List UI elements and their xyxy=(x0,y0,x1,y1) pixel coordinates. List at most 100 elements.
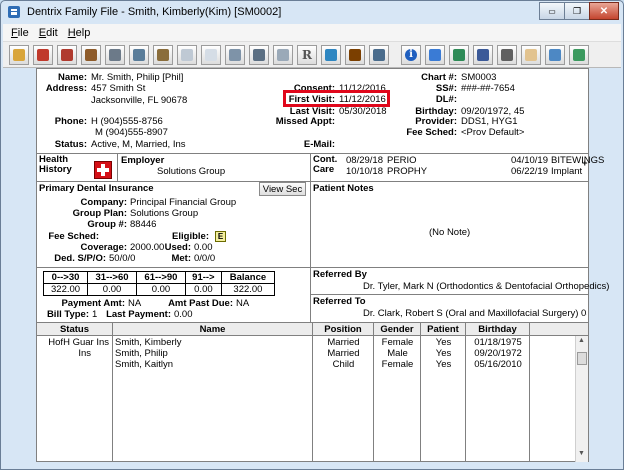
phone-label: Phone: xyxy=(54,116,87,127)
aging-header: Balance xyxy=(220,271,276,284)
blank-page-button[interactable] xyxy=(201,45,221,65)
health-history-label[interactable]: Health History xyxy=(39,155,72,175)
dl-label: DL#: xyxy=(435,94,457,105)
phone-mobile: M (904)555-8907 xyxy=(95,127,168,138)
cont-care-date: 04/10/19 xyxy=(511,155,548,166)
aging-value: 322.00 xyxy=(220,283,276,296)
close-icon: ✕ xyxy=(599,5,609,17)
patient-notes-title[interactable]: Patient Notes xyxy=(313,183,374,194)
family-birthday: 05/16/2010 xyxy=(474,359,522,370)
family-button[interactable] xyxy=(449,45,469,65)
rx-button[interactable]: R xyxy=(297,45,317,65)
page-button[interactable] xyxy=(177,45,197,65)
table-row[interactable]: Smith, Kaitlyn Child Female Yes 05/16/20… xyxy=(37,359,575,370)
user-image-button[interactable] xyxy=(81,45,101,65)
aging-header: 31-->60 xyxy=(87,271,137,284)
aging-value: 0.00 xyxy=(184,283,222,296)
close-button[interactable]: ✕ xyxy=(589,2,619,20)
book-button[interactable] xyxy=(57,45,77,65)
camera-button[interactable] xyxy=(249,45,269,65)
cont-care-type: Implant xyxy=(551,166,583,177)
met-value: 0/0/0 xyxy=(194,253,216,264)
ss-label: SS#: xyxy=(435,83,457,94)
company-value: Principal Financial Group xyxy=(130,197,237,208)
ss-number: ###-##-7654 xyxy=(461,83,515,94)
documents-button[interactable] xyxy=(129,45,149,65)
binder-button[interactable] xyxy=(345,45,365,65)
col-position[interactable]: Position xyxy=(313,323,374,336)
cont-care-date: 10/10/18 xyxy=(346,166,383,177)
group-number-label: Group #: xyxy=(87,219,127,230)
referred-by-title[interactable]: Referred By xyxy=(313,269,367,280)
past-due-value: NA xyxy=(236,298,250,309)
scroll-up-icon[interactable]: ▲ xyxy=(578,337,585,344)
memo-button[interactable] xyxy=(273,45,293,65)
menu-file[interactable]: File xyxy=(11,27,29,39)
family-patient: Yes xyxy=(435,348,452,359)
col-name[interactable]: Name xyxy=(113,323,313,336)
family-gender: Female xyxy=(381,337,414,348)
bill-type-label: Bill Type: xyxy=(46,309,89,320)
col-patient[interactable]: Patient xyxy=(421,323,466,336)
cont-care-more[interactable]: + xyxy=(582,158,588,169)
bill-type-value: 1 xyxy=(92,309,98,320)
family-icon xyxy=(453,49,465,61)
restore-button[interactable]: ❐ xyxy=(564,2,590,20)
window-icon xyxy=(229,49,241,61)
col-gender[interactable]: Gender xyxy=(374,323,421,336)
scroll-down-icon[interactable]: ▼ xyxy=(578,450,585,457)
menu-edit[interactable]: Edit xyxy=(39,27,58,39)
eligible-badge-icon[interactable]: E xyxy=(215,231,226,242)
doctor-button[interactable] xyxy=(545,45,565,65)
family-scrollbar[interactable]: ▲ ▼ xyxy=(575,336,588,462)
user-image-icon xyxy=(85,49,97,61)
referred-to-title[interactable]: Referred To xyxy=(313,296,366,307)
rx-icon: R xyxy=(302,48,312,62)
table-row[interactable]: Ins Smith, Philip Married Male Yes 09/20… xyxy=(37,348,575,359)
window-button[interactable] xyxy=(225,45,245,65)
users-button[interactable] xyxy=(425,45,445,65)
family-position: Married xyxy=(327,348,360,359)
ins-fee-sched-label: Fee Sched: xyxy=(48,231,99,242)
family-birthday: 01/18/1975 xyxy=(474,337,522,348)
printer-button[interactable] xyxy=(497,45,517,65)
col-status[interactable]: Status xyxy=(37,323,113,336)
share-button[interactable] xyxy=(473,45,493,65)
col-birthday[interactable]: Birthday xyxy=(466,323,530,336)
insurance-title[interactable]: Primary Dental Insurance xyxy=(39,183,154,194)
paint-button[interactable] xyxy=(321,45,341,65)
used-value: 0.00 xyxy=(194,242,213,253)
share-icon xyxy=(477,49,489,61)
chart-button[interactable] xyxy=(33,45,53,65)
table-row[interactable]: HofH Guar Ins Smith, Kimberly Married Fe… xyxy=(37,337,575,348)
menu-help[interactable]: Help xyxy=(68,27,91,39)
info-button[interactable]: i xyxy=(401,45,421,65)
tooth-button[interactable] xyxy=(9,45,29,65)
cont-care-type: PERIO xyxy=(387,155,417,166)
window-title: Dentrix Family File - Smith, Kimberly(Ki… xyxy=(27,6,282,18)
pen-button[interactable] xyxy=(153,45,173,65)
provider-label: Provider: xyxy=(415,116,457,127)
aging-header: 0-->30 xyxy=(42,271,89,284)
tablet-button[interactable] xyxy=(521,45,541,65)
missed-appt-label: Missed Appt: xyxy=(275,116,335,127)
cont-care-date: 08/29/18 xyxy=(346,155,383,166)
camera-icon xyxy=(253,49,265,61)
view-sec-button[interactable]: View Sec xyxy=(259,182,306,196)
menu-bar: File Edit Help xyxy=(3,24,621,41)
aging-header: 61-->90 xyxy=(135,271,186,284)
fee-sched-label: Fee Sched: xyxy=(406,127,457,138)
person-button[interactable] xyxy=(569,45,589,65)
cont-care-label[interactable]: Cont. Care xyxy=(313,155,337,175)
title-bar[interactable]: Dentrix Family File - Smith, Kimberly(Ki… xyxy=(1,1,623,23)
cube-button[interactable] xyxy=(369,45,389,65)
scroll-thumb[interactable] xyxy=(577,352,587,365)
family-file-window: Dentrix Family File - Smith, Kimberly(Ki… xyxy=(0,0,624,470)
minimize-button[interactable]: ▭ xyxy=(539,2,565,20)
documents-icon xyxy=(133,49,145,61)
address-line1: 457 Smith St xyxy=(91,83,146,94)
aging-value: 322.00 xyxy=(42,283,89,296)
medical-alert-icon[interactable] xyxy=(94,161,112,179)
id-card-button[interactable] xyxy=(105,45,125,65)
aging-table[interactable]: 0-->30 31-->60 61-->90 91--> Balance 322… xyxy=(42,271,276,296)
